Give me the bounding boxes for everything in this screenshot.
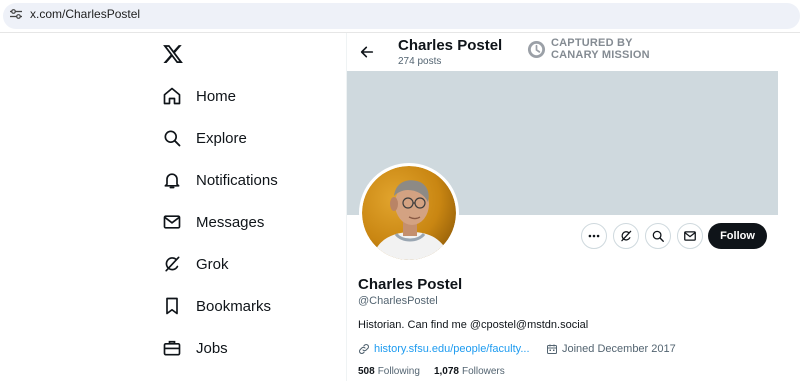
envelope-icon (160, 210, 184, 234)
url-text[interactable]: x.com/CharlesPostel (30, 7, 140, 21)
profile-joined: Joined December 2017 (546, 343, 676, 355)
envelope-icon (684, 231, 696, 241)
nav-item-label: Explore (196, 129, 247, 147)
grok-profile-button[interactable] (613, 223, 639, 249)
following-count: 508 (358, 366, 375, 377)
calendar-icon (547, 344, 557, 354)
arrow-left-icon (360, 46, 374, 58)
bookmark-icon (160, 294, 184, 318)
back-button[interactable] (355, 40, 379, 64)
profile-bio: Historian. Can find me @cpostel@mstdn.so… (358, 319, 589, 331)
joined-date: Joined December 2017 (562, 343, 676, 355)
nav-item-home[interactable]: Home (150, 76, 330, 116)
nav-item-messages[interactable]: Messages (150, 202, 330, 242)
follow-stats: 508 Following 1,078 Followers (358, 366, 519, 377)
nav-item-label: Bookmarks (196, 297, 272, 315)
nav-item-label: Messages (196, 213, 265, 231)
followers-link[interactable]: 1,078 Followers (434, 366, 505, 377)
clock-watermark-icon (527, 40, 546, 58)
follow-button[interactable]: Follow (708, 223, 767, 249)
nav-item-explore[interactable]: Explore (150, 118, 330, 158)
followers-label: Followers (461, 366, 505, 377)
post-count: 274 posts (398, 56, 442, 67)
search-icon (160, 126, 184, 150)
home-icon (160, 84, 184, 108)
following-label: Following (377, 366, 420, 377)
nav-item-grok[interactable]: Grok (150, 244, 330, 284)
nav-item-label: Home (196, 87, 237, 105)
header-profile-name: Charles Postel (398, 37, 503, 54)
more-dots-icon (588, 234, 600, 238)
following-link[interactable]: 508 Following (358, 366, 420, 377)
message-button[interactable] (677, 223, 703, 249)
briefcase-icon (160, 336, 184, 360)
search-icon (652, 230, 664, 242)
bell-icon (160, 168, 184, 192)
profile-name: Charles Postel (358, 276, 463, 293)
more-options-button[interactable] (581, 223, 607, 249)
nav-item-label: Grok (196, 255, 229, 273)
profile-handle: @CharlesPostel (358, 295, 438, 307)
grok-icon (621, 230, 632, 242)
grok-icon (160, 252, 184, 276)
watermark-line-1: CAPTURED BY (551, 37, 633, 49)
nav-item-bookmarks[interactable]: Bookmarks (150, 286, 330, 326)
website-link[interactable]: history.sfsu.edu/people/faculty... (374, 343, 530, 355)
sidebar-nav: Home Explore Notifications Messages Grok… (150, 33, 346, 381)
x-logo-icon[interactable] (162, 43, 184, 65)
avatar[interactable] (359, 163, 459, 263)
search-profile-button[interactable] (645, 223, 671, 249)
site-settings-icon[interactable] (10, 9, 22, 19)
nav-item-label: Jobs (196, 339, 228, 357)
nav-item-label: Notifications (196, 171, 278, 189)
nav-item-jobs[interactable]: Jobs (150, 328, 330, 368)
nav-item-notifications[interactable]: Notifications (150, 160, 330, 200)
canary-mission-watermark: CAPTURED BY CANARY MISSION (527, 37, 650, 61)
watermark-line-2: CANARY MISSION (551, 49, 650, 61)
avatar-photo (362, 166, 456, 260)
browser-address-bar: x.com/CharlesPostel (0, 0, 800, 33)
followers-count: 1,078 (433, 366, 459, 377)
profile-website[interactable]: history.sfsu.edu/people/faculty... (358, 343, 530, 355)
link-icon (359, 344, 369, 354)
